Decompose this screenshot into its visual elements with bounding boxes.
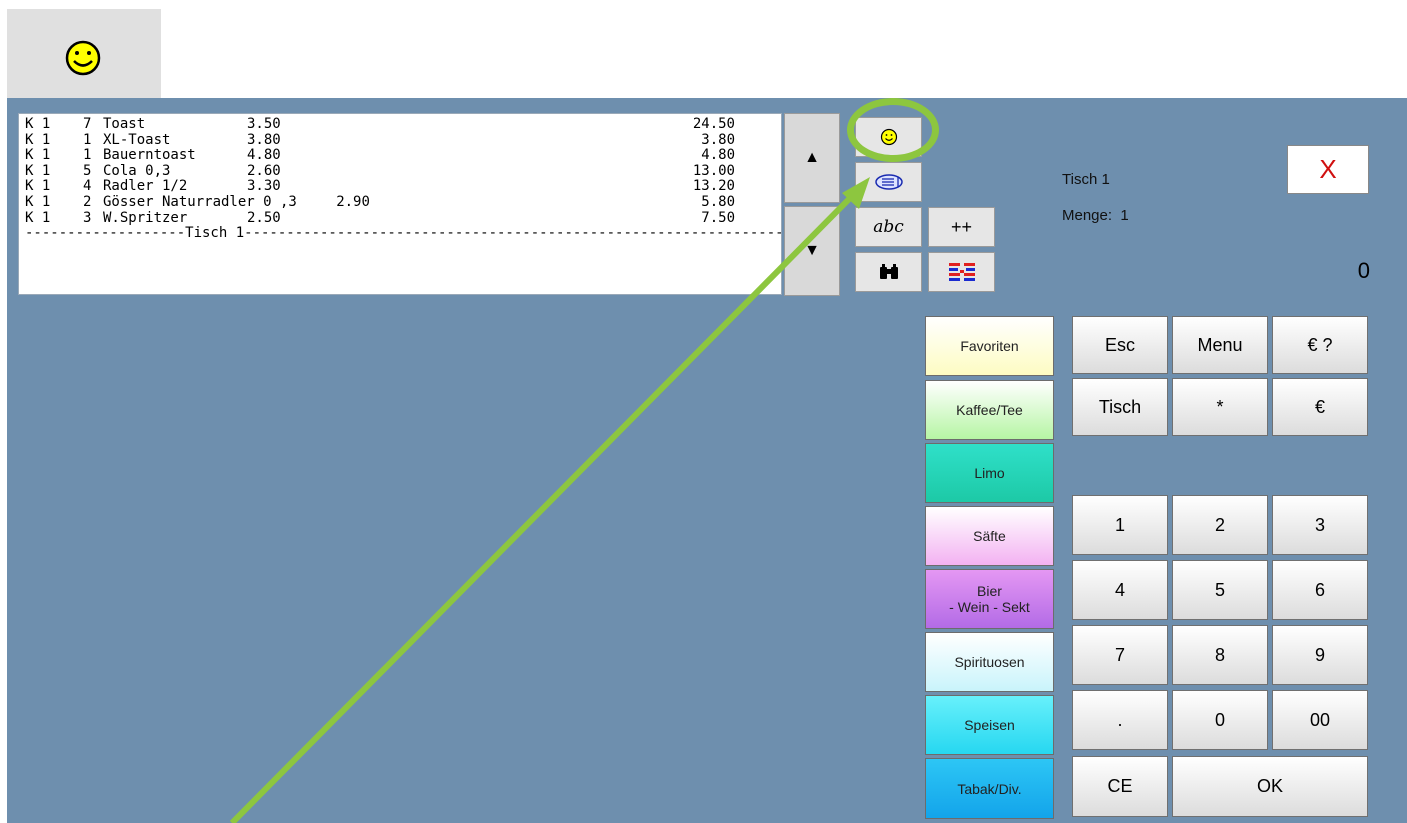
clear-entry-key[interactable]: CE [1072,756,1168,817]
app-logo-box [7,9,161,98]
abc-label: abc [873,217,904,237]
order-unit-price: 3.30 [247,178,281,195]
order-item-name: Gösser Naturradler 0 ,3 [103,193,297,210]
order-item-name: Cola 0,3 [103,162,171,179]
esc-key[interactable]: Esc [1072,316,1168,374]
digit-1-key[interactable]: 1 [1072,495,1168,555]
amount-display: 0 [1357,258,1370,283]
order-item-name: Radler 1/2 [103,178,188,195]
order-unit-price: 3.80 [247,131,281,148]
order-quantity: 7 [83,116,92,132]
order-unit-price: 2.90 [336,193,370,210]
order-separator: -------------------Tisch 1--------------… [25,225,781,242]
scroll-up-button[interactable]: ▲ [784,113,840,203]
order-line-total: 7.50 [701,209,735,226]
flag-icon [948,263,975,281]
category-tabak-div[interactable]: Tabak/Div. [925,758,1054,819]
digit-0-key[interactable]: 0 [1172,690,1268,750]
euro-query-key[interactable]: € ? [1272,316,1368,374]
category-bier-wein-sekt[interactable]: Bier - Wein - Sekt [925,569,1054,629]
order-row[interactable]: K 1 3 W.Spritzer 2.50 7.50 [25,209,781,227]
binoculars-icon [879,264,898,279]
plus-plus-button[interactable]: ++ [928,207,995,247]
order-list[interactable]: K 1 7 Toast 3.50 24.50 K 1 1 XL-Toast 3.80 3.80 K … [18,113,782,295]
arrow-down-icon: ▼ [804,242,820,259]
category-kaffee-tee[interactable]: Kaffee/Tee [925,380,1054,440]
order-line-total: 3.80 [701,131,735,148]
smiley-face-icon [880,128,897,146]
digit-6-key[interactable]: 6 [1272,560,1368,620]
order-line-total: 5.80 [701,193,735,210]
order-quantity: 2 [83,193,92,210]
order-row[interactable]: K 1 1 XL-Toast 3.80 3.80 [25,131,781,149]
digit-9-key[interactable]: 9 [1272,625,1368,685]
order-quantity: 1 [83,147,92,164]
order-unit-price: 3.50 [247,116,281,132]
table-label: Tisch 1 [1062,171,1110,188]
close-button[interactable]: X [1287,145,1369,194]
digit-4-key[interactable]: 4 [1072,560,1168,620]
category-spirituosen[interactable]: Spirituosen [925,632,1054,692]
order-item-name: Toast [103,116,146,132]
order-unit-price: 2.60 [247,162,281,179]
order-row[interactable]: K 1 1 Bauerntoast 4.80 4.80 [25,148,781,164]
digit-5-key[interactable]: 5 [1172,560,1268,620]
order-line-total: 13.00 [692,162,735,179]
order-station: K 1 [25,131,51,148]
scroll-down-button[interactable]: ▼ [784,206,840,296]
order-item-name: W.Spritzer [103,209,188,226]
order-item-name: XL-Toast [103,131,171,148]
category-saefte[interactable]: Säfte [925,506,1054,566]
digit-7-key[interactable]: 7 [1072,625,1168,685]
order-quantity: 5 [83,162,92,179]
order-line-total: 24.50 [692,116,735,132]
digit-8-key[interactable]: 8 [1172,625,1268,685]
smiley-button[interactable] [855,117,922,157]
decimal-key[interactable]: . [1072,690,1168,750]
smiley-face-icon [65,40,101,76]
quantity-label: Menge: 1 [1062,207,1129,224]
search-button[interactable] [855,252,922,292]
order-line-total: 4.80 [701,147,735,164]
order-quantity: 1 [83,131,92,148]
digit-3-key[interactable]: 3 [1272,495,1368,555]
order-station: K 1 [25,193,51,210]
close-icon: X [1319,154,1337,184]
order-line-total: 13.20 [692,178,735,195]
abc-button[interactable]: abc [855,207,922,247]
euro-key[interactable]: € [1272,378,1368,436]
plus-plus-label: ++ [950,216,973,237]
order-quantity: 3 [83,209,92,226]
order-row[interactable]: K 1 4 Radler 1/2 3.30 13.20 [25,179,781,195]
receipt-button[interactable] [855,162,922,202]
multiply-key[interactable]: * [1172,378,1268,436]
tisch-key[interactable]: Tisch [1072,378,1168,436]
order-item-name: Bauerntoast [103,147,196,164]
order-station: K 1 [25,209,51,226]
category-limo[interactable]: Limo [925,443,1054,503]
order-station: K 1 [25,147,51,164]
order-row[interactable]: K 1 5 Cola 0,3 2.60 13.00 [25,162,781,180]
double-zero-key[interactable]: 00 [1272,690,1368,750]
flag-button[interactable] [928,252,995,292]
order-unit-price: 2.50 [247,209,281,226]
order-station: K 1 [25,116,51,132]
order-station: K 1 [25,178,51,195]
category-favoriten[interactable]: Favoriten [925,316,1054,376]
ok-key[interactable]: OK [1172,756,1368,817]
arrow-up-icon: ▲ [804,149,820,166]
order-row[interactable]: K 1 2 Gösser Naturradler 0 ,3 2.90 5.80 [25,193,781,211]
digit-2-key[interactable]: 2 [1172,495,1268,555]
category-speisen[interactable]: Speisen [925,695,1054,755]
order-unit-price: 4.80 [247,147,281,164]
order-quantity: 4 [83,178,92,195]
receipt-icon [874,174,903,190]
order-row[interactable]: K 1 7 Toast 3.50 24.50 [25,116,781,133]
order-station: K 1 [25,162,51,179]
menu-key[interactable]: Menu [1172,316,1268,374]
